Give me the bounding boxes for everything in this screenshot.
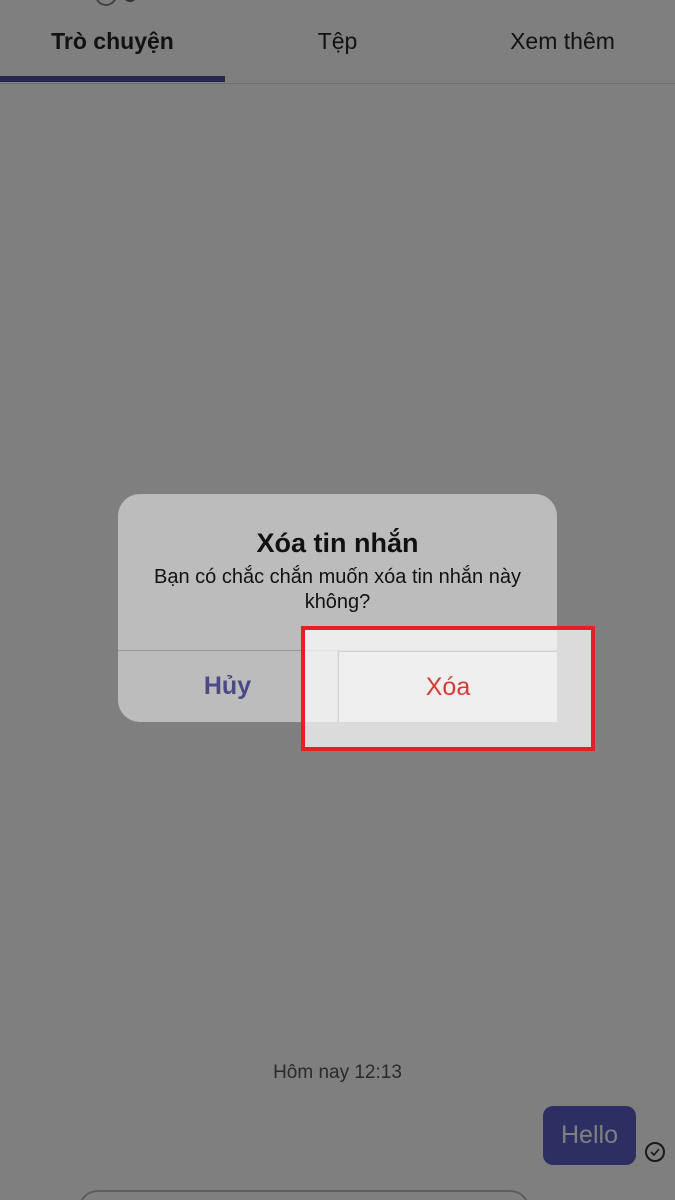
chat-screen: Trò chuyện Tệp Xem thêm Hôm nay 12:13 He… xyxy=(0,0,675,1200)
dialog-title: Xóa tin nhắn xyxy=(256,528,419,558)
delete-button[interactable]: Xóa xyxy=(338,651,557,722)
dialog-message: Bạn có chắc chắn muốn xóa tin nhắn này k… xyxy=(154,566,521,613)
